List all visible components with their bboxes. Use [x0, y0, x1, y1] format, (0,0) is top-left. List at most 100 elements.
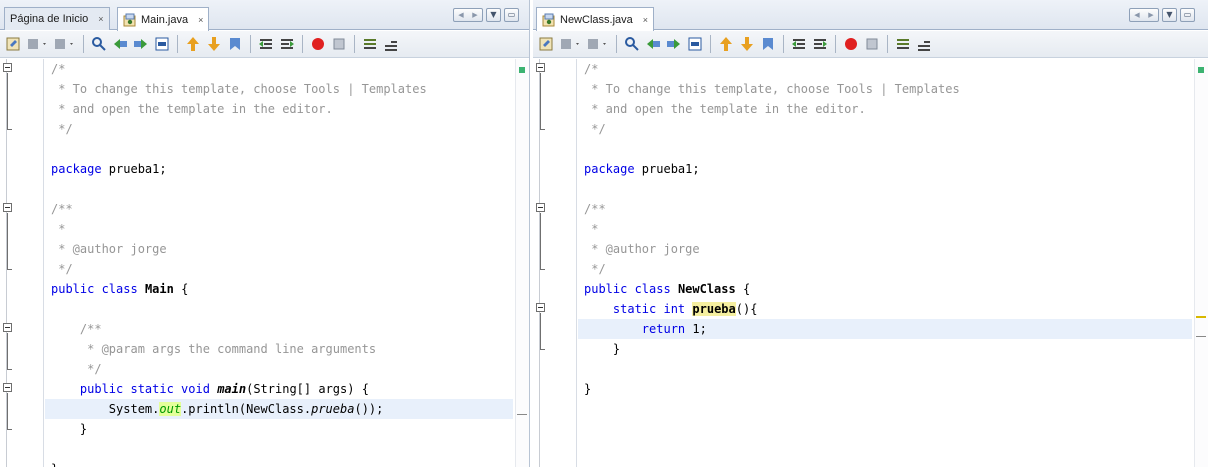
code-line[interactable]: * and open the template in the editor. [45, 99, 513, 119]
find-next-icon[interactable] [132, 35, 150, 53]
code-area[interactable]: /* * To change this template, choose Too… [578, 59, 1192, 467]
code-line[interactable]: package prueba1; [578, 159, 1192, 179]
next-bookmark-icon[interactable] [205, 35, 223, 53]
previous-bookmark-icon[interactable] [717, 35, 735, 53]
code-line[interactable]: * @author jorge [45, 239, 513, 259]
fold-toggle-icon[interactable] [536, 203, 545, 212]
code-line[interactable]: /** [45, 199, 513, 219]
start-macro-icon[interactable] [309, 35, 327, 53]
next-bookmark-icon[interactable] [738, 35, 756, 53]
find-previous-icon[interactable] [111, 35, 129, 53]
previous-bookmark-icon[interactable] [184, 35, 202, 53]
stop-macro-icon[interactable] [863, 35, 881, 53]
current-code-line[interactable]: return 1; [578, 319, 1192, 339]
code-line[interactable]: * and open the template in the editor. [578, 99, 1192, 119]
tab-main-java[interactable]: Main.java × [117, 7, 210, 31]
caret-mark[interactable] [1196, 336, 1206, 337]
last-edit-icon[interactable] [538, 35, 556, 53]
code-line[interactable]: /* [45, 59, 513, 79]
code-area[interactable]: /* * To change this template, choose Too… [45, 59, 513, 467]
close-icon[interactable]: × [643, 15, 648, 25]
scroll-right-icon[interactable]: ▶ [1144, 9, 1158, 21]
scroll-left-icon[interactable]: ◀ [1130, 9, 1144, 21]
maximize-window-button[interactable]: ▭ [504, 8, 519, 22]
scroll-tabs-buttons[interactable]: ◀ ▶ [453, 8, 483, 22]
shift-right-icon[interactable] [278, 35, 296, 53]
current-code-line[interactable]: System.out.println(NewClass.prueba()); [45, 399, 513, 419]
code-line[interactable]: */ [578, 259, 1192, 279]
start-macro-icon[interactable] [842, 35, 860, 53]
code-line[interactable]: * @param args the command line arguments [45, 339, 513, 359]
fold-toggle-icon[interactable] [536, 63, 545, 72]
fold-toggle-icon[interactable] [3, 383, 12, 392]
code-line[interactable]: public class NewClass { [578, 279, 1192, 299]
code-line[interactable] [578, 359, 1192, 379]
shift-right-icon[interactable] [811, 35, 829, 53]
shift-left-icon[interactable] [257, 35, 275, 53]
code-line[interactable]: */ [45, 359, 513, 379]
close-icon[interactable]: × [98, 14, 103, 24]
maximize-window-button[interactable]: ▭ [1180, 8, 1195, 22]
find-next-icon[interactable] [665, 35, 683, 53]
error-stripe[interactable] [515, 59, 529, 467]
code-line[interactable]: * @author jorge [578, 239, 1192, 259]
back-icon[interactable] [559, 35, 583, 53]
comment-icon[interactable] [894, 35, 912, 53]
uncomment-icon[interactable] [382, 35, 400, 53]
code-line[interactable]: /* [578, 59, 1192, 79]
scroll-tabs-buttons[interactable]: ◀ ▶ [1129, 8, 1159, 22]
code-line[interactable]: /** [578, 199, 1192, 219]
code-line[interactable] [578, 179, 1192, 199]
caret-mark[interactable] [517, 414, 527, 415]
code-line[interactable] [45, 439, 513, 459]
code-line[interactable]: * To change this template, choose Tools … [45, 79, 513, 99]
code-line[interactable] [578, 139, 1192, 159]
uncomment-icon[interactable] [915, 35, 933, 53]
tab-newclass-java[interactable]: NewClass.java × [536, 7, 655, 31]
code-line[interactable]: * [578, 219, 1192, 239]
forward-icon[interactable] [53, 35, 77, 53]
last-edit-icon[interactable] [5, 35, 23, 53]
right-code-editor[interactable]: /* * To change this template, choose Too… [533, 59, 1208, 467]
error-stripe[interactable] [1194, 59, 1208, 467]
occurrence-mark[interactable] [1196, 316, 1206, 318]
tab-pagina-de-inicio[interactable]: Página de Inicio × [4, 7, 110, 30]
code-line[interactable]: } [578, 379, 1192, 399]
find-selection-icon[interactable] [90, 35, 108, 53]
toggle-bookmark-icon[interactable] [226, 35, 244, 53]
scroll-left-icon[interactable]: ◀ [454, 9, 468, 21]
code-line[interactable] [45, 179, 513, 199]
code-line[interactable]: * To change this template, choose Tools … [578, 79, 1192, 99]
left-code-editor[interactable]: /* * To change this template, choose Too… [0, 59, 529, 467]
fold-toggle-icon[interactable] [3, 63, 12, 72]
comment-icon[interactable] [361, 35, 379, 53]
code-line[interactable]: */ [578, 119, 1192, 139]
code-line[interactable] [45, 139, 513, 159]
fold-toggle-icon[interactable] [536, 303, 545, 312]
code-line[interactable] [45, 299, 513, 319]
fold-toggle-icon[interactable] [3, 203, 12, 212]
code-line[interactable]: } [45, 419, 513, 439]
find-previous-icon[interactable] [644, 35, 662, 53]
shift-left-icon[interactable] [790, 35, 808, 53]
code-line[interactable]: } [578, 339, 1192, 359]
close-icon[interactable]: × [198, 15, 203, 25]
code-line[interactable]: public static void main(String[] args) { [45, 379, 513, 399]
code-line[interactable]: */ [45, 259, 513, 279]
scroll-right-icon[interactable]: ▶ [468, 9, 482, 21]
code-line[interactable]: /** [45, 319, 513, 339]
code-line[interactable]: public class Main { [45, 279, 513, 299]
toggle-bookmark-icon[interactable] [759, 35, 777, 53]
code-line[interactable]: * [45, 219, 513, 239]
code-line[interactable]: */ [45, 119, 513, 139]
code-line[interactable]: } [45, 459, 513, 467]
toggle-highlight-icon[interactable] [686, 35, 704, 53]
toggle-highlight-icon[interactable] [153, 35, 171, 53]
forward-icon[interactable] [586, 35, 610, 53]
show-opened-documents-button[interactable]: ▼ [486, 8, 501, 22]
back-icon[interactable] [26, 35, 50, 53]
code-line[interactable]: package prueba1; [45, 159, 513, 179]
stop-macro-icon[interactable] [330, 35, 348, 53]
code-line[interactable]: static int prueba(){ [578, 299, 1192, 319]
find-selection-icon[interactable] [623, 35, 641, 53]
